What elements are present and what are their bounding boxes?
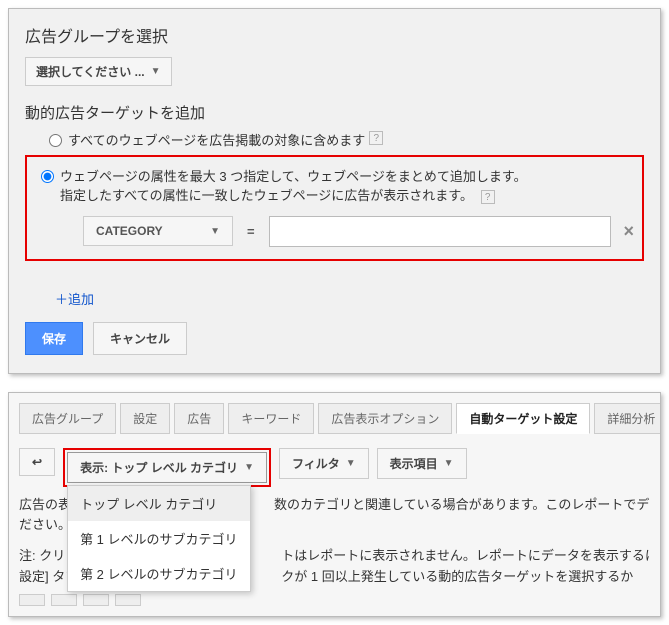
panel-title: 広告グループを選択 <box>25 23 644 47</box>
tab-keywords[interactable]: キーワード <box>228 403 314 434</box>
cancel-button[interactable]: キャンセル <box>93 322 187 355</box>
caret-down-icon: ▼ <box>210 226 220 237</box>
tab-dimensions[interactable]: 詳細分析 <box>594 403 661 434</box>
tab-ad-extensions[interactable]: 広告表示オプション <box>318 403 452 434</box>
caret-down-icon: ▼ <box>244 462 254 473</box>
equals-sign: = <box>247 224 255 239</box>
display-level-dropdown-button[interactable]: 表示: トップ レベル カテゴリ ▼ <box>67 452 267 483</box>
attribute-condition-row: CATEGORY ▼ = × <box>83 216 634 247</box>
ad-group-select-panel: 広告グループを選択 選択してください ... ▼ 動的広告ターゲットを追加 すべ… <box>8 8 661 374</box>
attribute-type-label: CATEGORY <box>96 224 163 238</box>
campaign-tabs-panel: 広告グループ 設定 広告 キーワード 広告表示オプション 自動ターゲット設定 詳… <box>8 392 661 617</box>
dropdown-item-top-level[interactable]: トップ レベル カテゴリ <box>68 486 249 521</box>
tab-bar: 広告グループ 設定 広告 キーワード 広告表示オプション 自動ターゲット設定 詳… <box>19 403 650 434</box>
columns-label: 表示項目 <box>390 455 438 472</box>
radio-all-pages[interactable] <box>49 134 62 147</box>
caret-down-icon: ▼ <box>444 458 454 469</box>
caret-down-icon: ▼ <box>346 458 356 469</box>
help-icon[interactable]: ? <box>369 131 383 145</box>
tab-ad-groups[interactable]: 広告グループ <box>19 403 116 434</box>
filter-dropdown-button[interactable]: フィルタ ▼ <box>279 448 369 479</box>
attribute-type-dropdown[interactable]: CATEGORY ▼ <box>83 216 233 246</box>
columns-dropdown-button[interactable]: 表示項目 ▼ <box>377 448 467 479</box>
ad-group-select-dropdown[interactable]: 選択してください ... ▼ <box>25 57 172 86</box>
radio-all-pages-row: すべてのウェブページを広告掲載の対象に含めます ? <box>49 131 644 151</box>
tab-auto-targets[interactable]: 自動ターゲット設定 <box>456 403 590 434</box>
display-level-label: 表示: トップ レベル カテゴリ <box>80 459 238 476</box>
attribute-value-input[interactable] <box>269 216 612 247</box>
attribute-highlight-box: ウェブページの属性を最大 3 つ指定して、ウェブページをまとめて追加します。 指… <box>25 155 644 261</box>
dropdown-item-sub1[interactable]: 第 1 レベルのサブカテゴリ <box>68 521 249 556</box>
radio-attributes[interactable] <box>41 170 54 183</box>
caret-down-icon: ▼ <box>151 66 161 77</box>
tab-ads[interactable]: 広告 <box>174 403 224 434</box>
back-arrow-icon: ↩ <box>32 455 42 469</box>
display-level-dropdown-menu: トップ レベル カテゴリ 第 1 レベルのサブカテゴリ 第 2 レベルのサブカテ… <box>67 485 250 592</box>
button-row: 保存 キャンセル <box>25 322 644 355</box>
dynamic-target-title: 動的広告ターゲットを追加 <box>25 102 644 123</box>
help-icon[interactable]: ? <box>481 190 495 204</box>
save-button[interactable]: 保存 <box>25 322 83 355</box>
toolbar: ↩ 表示: トップ レベル カテゴリ ▼ トップ レベル カテゴリ 第 1 レベ… <box>19 448 650 487</box>
display-level-group: 表示: トップ レベル カテゴリ ▼ トップ レベル カテゴリ 第 1 レベルの… <box>63 448 271 487</box>
dropdown-item-sub2[interactable]: 第 2 レベルのサブカテゴリ <box>68 556 249 591</box>
select-placeholder-text: 選択してください ... <box>36 63 145 80</box>
filter-label: フィルタ <box>292 455 340 472</box>
remove-condition-icon[interactable]: × <box>623 221 634 242</box>
radio-attr-label: ウェブページの属性を最大 3 つ指定して、ウェブページをまとめて追加します。 指… <box>60 167 527 206</box>
back-button[interactable]: ↩ <box>19 448 55 476</box>
radio-all-pages-label: すべてのウェブページを広告掲載の対象に含めます <box>68 131 365 151</box>
add-condition-link[interactable]: ＋追加 <box>55 289 94 308</box>
tab-settings[interactable]: 設定 <box>120 403 170 434</box>
radio-attr-row: ウェブページの属性を最大 3 つ指定して、ウェブページをまとめて追加します。 指… <box>41 167 634 206</box>
